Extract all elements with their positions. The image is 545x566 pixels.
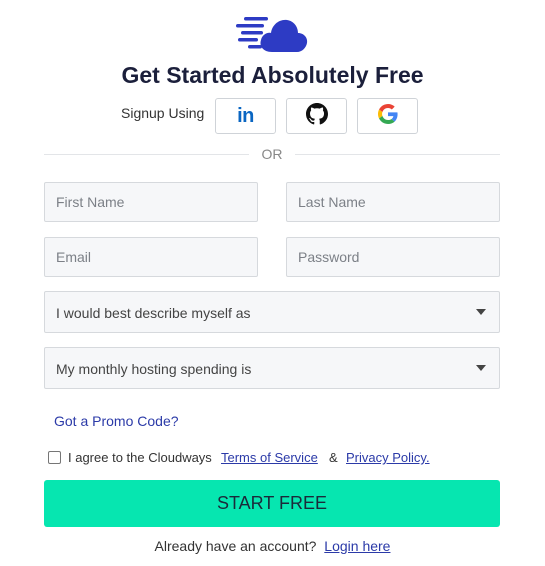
privacy-policy-link[interactable]: Privacy Policy. bbox=[346, 450, 430, 465]
password-input[interactable] bbox=[286, 237, 500, 277]
first-name-input[interactable] bbox=[44, 182, 258, 222]
or-divider: OR bbox=[44, 145, 500, 165]
github-icon bbox=[305, 102, 328, 130]
google-signup-button[interactable] bbox=[357, 98, 418, 134]
terms-of-service-link[interactable]: Terms of Service bbox=[221, 450, 318, 465]
linkedin-signup-button[interactable]: in bbox=[215, 98, 276, 134]
agree-label: I agree to the Cloudways bbox=[68, 450, 212, 465]
terms-checkbox[interactable] bbox=[48, 451, 61, 464]
divider-line bbox=[295, 154, 500, 155]
describe-yourself-select[interactable]: I would best describe myself as bbox=[44, 291, 500, 333]
promo-code-link[interactable]: Got a Promo Code? bbox=[54, 413, 179, 429]
github-signup-button[interactable] bbox=[286, 98, 347, 134]
start-free-button[interactable]: START FREE bbox=[44, 480, 500, 527]
already-have-account-text: Already have an account? bbox=[154, 538, 317, 554]
google-icon bbox=[377, 103, 398, 129]
terms-agreement-row: I agree to the Cloudways Terms of Servic… bbox=[47, 450, 507, 466]
email-input[interactable] bbox=[44, 237, 258, 277]
login-link[interactable]: Login here bbox=[324, 538, 390, 554]
caret-down-icon bbox=[476, 365, 486, 371]
hosting-spending-select[interactable]: My monthly hosting spending is bbox=[44, 347, 500, 389]
describe-yourself-value: I would best describe myself as bbox=[56, 305, 251, 321]
social-signup-row: Signup Using in bbox=[0, 98, 545, 134]
ampersand-text: & bbox=[329, 450, 338, 465]
cloud-speed-icon bbox=[236, 12, 310, 54]
caret-down-icon bbox=[476, 309, 486, 315]
hosting-spending-value: My monthly hosting spending is bbox=[56, 361, 252, 377]
page-title: Get Started Absolutely Free bbox=[121, 62, 424, 88]
last-name-input[interactable] bbox=[286, 182, 500, 222]
linkedin-icon: in bbox=[237, 104, 254, 127]
login-prompt: Already have an account? Login here bbox=[0, 538, 545, 554]
signup-using-label: Signup Using bbox=[121, 105, 205, 121]
